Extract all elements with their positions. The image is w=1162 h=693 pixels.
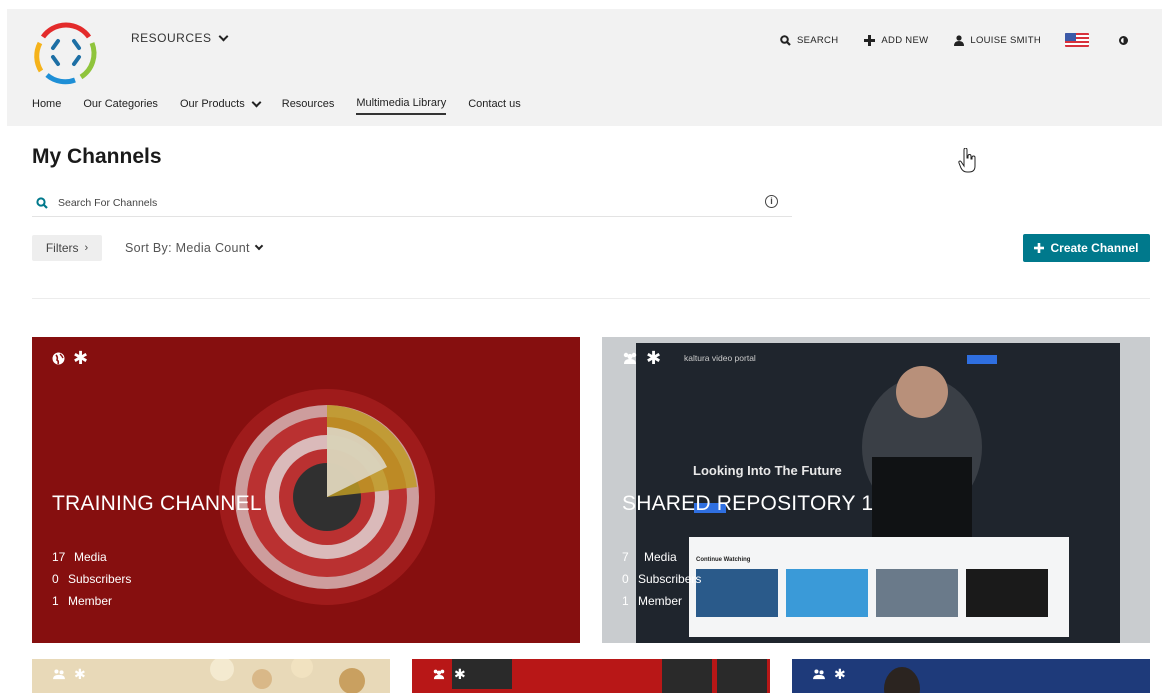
site-logo[interactable] [31,19,101,85]
card-icons: ✱ [52,348,89,368]
members-group-icon [813,669,825,680]
user-name: LOUISE SMITH [970,34,1041,46]
card-icons: ✱ [812,666,846,682]
members-label: Member [638,594,683,608]
subscribers-count: 0 [52,572,59,586]
asterisk-icon: ✱ [74,666,86,682]
chevron-right-icon: › [84,242,89,254]
media-count: 7 [622,550,629,564]
globe-icon [52,352,65,365]
members-group-icon [53,669,65,680]
search-button-label: SEARCH [796,34,839,46]
members-count: 1 [52,594,59,608]
info-icon[interactable]: i [765,195,778,208]
channel-card-training[interactable]: ✱ TRAINING CHANNEL 17 Media 0 Subscribers … [32,337,580,643]
search-input[interactable]: Search For Channels [58,197,157,209]
media-count-row: 17 Media [52,546,131,568]
media-count: 17 [52,550,66,564]
nav-contact-us-label: Contact us [468,98,521,110]
search-button[interactable]: SEARCH [780,35,838,46]
nav-contact-us[interactable]: Contact us [468,98,521,114]
channel-search[interactable]: Search For Channels i [32,190,792,217]
subscribers-count-row: 0 Subscribers [52,568,131,590]
chevron-down-icon [254,241,264,251]
user-icon [954,34,965,46]
channel-card-5[interactable]: ✱ [792,659,1150,693]
divider [32,298,1150,299]
channel-card-shared-repository[interactable]: kaltura video portal Looking Into The Fu… [602,337,1150,643]
filters-button[interactable]: Filters › [32,235,102,261]
nav-resources[interactable]: Resources [282,98,335,114]
nav-our-categories-label: Our Categories [83,98,158,110]
create-channel-label: Create Channel [1050,241,1139,255]
members-count-row: 1 Member [52,590,131,612]
create-channel-button[interactable]: Create Channel [1023,234,1150,262]
nav-our-categories[interactable]: Our Categories [83,98,158,114]
members-count: 1 [622,594,629,608]
channel-title: SHARED REPOSITORY 1 [622,492,874,515]
channel-card-4[interactable]: ✱ [412,659,770,693]
channel-stats: 7 Media 0 Subscribers 1 Member [622,546,701,612]
asterisk-icon: ✱ [73,348,89,368]
filters-label: Filters [45,241,79,255]
resources-menu-label: RESOURCES [131,31,212,45]
members-group-icon [623,352,637,364]
members-count-row: 1 Member [622,590,701,612]
media-count-row: 7 Media [622,546,701,568]
site-header: RESOURCES SEARCH ADD NEW LOUISE SMITH Ho… [7,9,1162,126]
asterisk-icon: ✱ [834,666,846,682]
nav-home[interactable]: Home [32,98,61,114]
members-group-icon [433,669,445,680]
subscribers-label: Subscribers [68,572,132,586]
chevron-down-icon [218,31,228,41]
card-icons: ✱ [52,666,86,682]
chevron-down-icon [251,97,262,107]
media-label: Media [74,550,107,564]
nav-our-products[interactable]: Our Products [179,97,262,114]
add-new-label: ADD NEW [881,34,929,46]
contrast-toggle-icon[interactable] [1119,35,1128,45]
card-icons: ✱ [622,348,662,368]
page-title: My Channels [32,145,162,168]
sort-label: Sort By: Media Count [125,241,250,255]
nav-multimedia-library[interactable]: Multimedia Library [356,97,447,115]
subscribers-count: 0 [622,572,629,586]
thumb-section: Continue Watching [696,557,751,563]
nav-multimedia-library-label: Multimedia Library [356,97,447,109]
thumb-brand: kaltura video portal [684,353,756,363]
members-label: Member [68,594,113,608]
resources-menu[interactable]: RESOURCES [131,31,228,45]
nav-home-label: Home [32,98,62,110]
add-new-button[interactable]: ADD NEW [864,34,929,46]
user-menu[interactable]: LOUISE SMITH [954,35,1041,46]
media-label: Media [644,550,677,564]
us-flag-icon[interactable] [1065,33,1089,47]
nav-our-products-label: Our Products [179,98,245,110]
sort-dropdown[interactable]: Sort By: Media Count [125,241,264,255]
channel-stats: 17 Media 0 Subscribers 1 Member [52,546,131,612]
subscribers-label: Subscribers [638,572,702,586]
hand-cursor-icon [958,148,976,173]
search-icon [36,197,48,209]
search-icon [780,34,791,46]
plus-icon [1034,243,1045,253]
subscribers-count-row: 0 Subscribers [622,568,701,590]
main-nav: Home Our Categories Our Products Resourc… [32,97,543,115]
plus-icon [864,34,876,46]
nav-resources-label: Resources [281,98,335,110]
header-actions: SEARCH ADD NEW LOUISE SMITH [754,33,1128,47]
thumb-headline: Looking Into The Future [693,463,842,478]
asterisk-icon: ✱ [646,348,662,368]
card-icons: ✱ [432,666,466,682]
channel-title: TRAINING CHANNEL [52,492,262,515]
channel-card-3[interactable]: ✱ [32,659,390,693]
asterisk-icon: ✱ [454,666,466,682]
